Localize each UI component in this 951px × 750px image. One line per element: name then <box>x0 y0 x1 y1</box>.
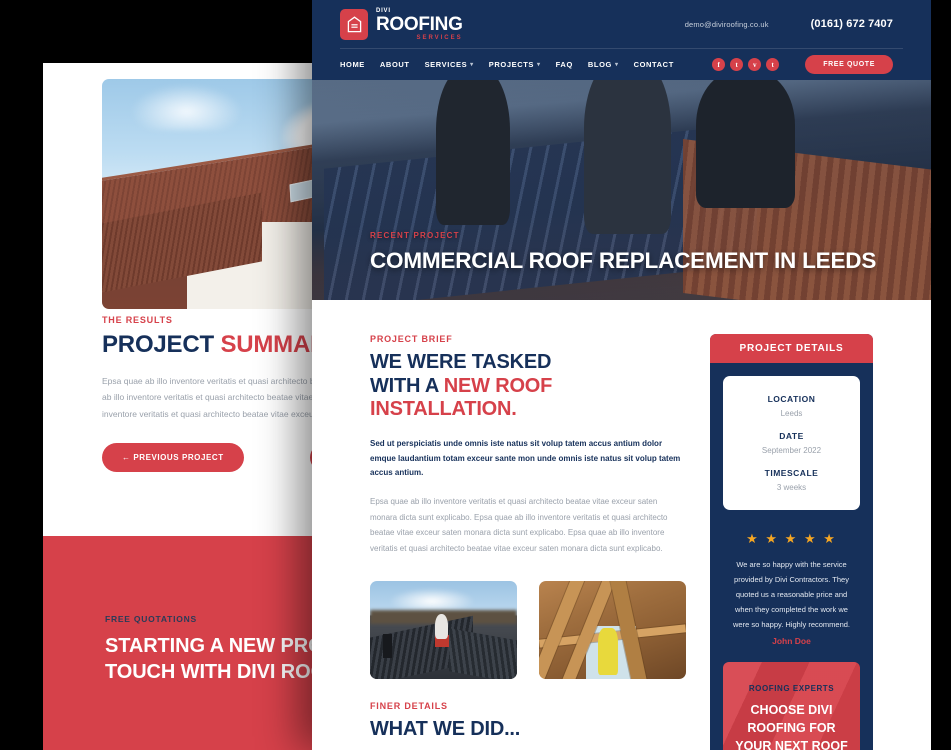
detail-label-date: DATE <box>779 431 804 441</box>
project-gallery <box>370 580 686 679</box>
chevron-down-icon: ▾ <box>614 62 619 68</box>
roof-shape <box>449 628 517 679</box>
brief-title-line2-dark: WITH A <box>370 374 444 397</box>
hero-banner: RECENT PROJECT COMMERCIAL ROOF REPLACEME… <box>312 80 931 300</box>
brief-paragraph: Epsa quae ab illo inventore veritatis et… <box>370 497 668 553</box>
nav-label: PROJECTS <box>488 60 535 69</box>
detail-value-location: Leeds <box>780 409 803 418</box>
project-details-card: PROJECT DETAILS LOCATION Leeds DATE Sept… <box>710 334 873 750</box>
project-meta-box: LOCATION Leeds DATE September 2022 TIMES… <box>723 376 860 510</box>
what-we-did-title: WHAT WE DID... <box>370 717 521 740</box>
nav-label: ABOUT <box>379 60 410 69</box>
logo-top-text: DIVI <box>376 7 391 14</box>
detail-value-date: September 2022 <box>761 446 822 455</box>
vimeo-icon[interactable]: v <box>748 58 762 71</box>
detail-label-location: LOCATION <box>767 394 816 404</box>
site-header: DIVI ROOFING SERVICES demo@diviroofing.c… <box>312 0 931 80</box>
previous-project-button[interactable]: ← PREVIOUS PROJECT <box>102 442 244 472</box>
testimonial-text: We are so happy with the service provide… <box>733 560 850 629</box>
hero-title: COMMERCIAL ROOF REPLACEMENT IN LEEDS <box>370 248 877 273</box>
site-logo[interactable]: DIVI ROOFING SERVICES <box>340 8 463 41</box>
promo-eyebrow: ROOFING EXPERTS <box>748 684 835 693</box>
twitter-icon[interactable]: t <box>730 58 744 71</box>
cloud-shape <box>130 83 243 130</box>
chimney-shape <box>383 634 393 658</box>
tumblr-icon[interactable]: t <box>766 58 780 71</box>
logo-bottom-text: SERVICES <box>416 34 463 41</box>
nav-item-services[interactable]: SERVICES ▾ <box>425 60 474 69</box>
screenshot-stage: THE RESULTS PROJECT SUMMARY. Epsa quae a… <box>0 0 951 750</box>
nav-label: BLOG <box>587 60 612 69</box>
nav-label: FAQ <box>555 60 573 69</box>
hero-eyebrow: RECENT PROJECT <box>370 231 460 240</box>
roofer-on-metal-roof-photo <box>370 580 517 679</box>
nav-item-about[interactable]: ABOUT <box>380 60 410 69</box>
worker-silhouette <box>695 80 795 208</box>
nav-item-projects[interactable]: PROJECTS ▾ <box>489 60 541 69</box>
header-phone[interactable]: (0161) 672 7407 <box>811 18 893 30</box>
nav-item-faq[interactable]: FAQ <box>556 60 573 69</box>
worker-silhouette <box>584 80 672 234</box>
house-logo-icon <box>340 8 368 40</box>
free-quote-button[interactable]: FREE QUOTE <box>805 55 893 74</box>
nav-label: SERVICES <box>424 60 468 69</box>
logo-main-text: ROOFING <box>376 13 463 35</box>
chevron-down-icon: ▾ <box>470 62 474 68</box>
testimonial-author: John Doe <box>772 636 811 646</box>
social-links: f t v t <box>712 58 780 71</box>
detail-value-timescale: 3 weeks <box>776 483 807 492</box>
brief-title-line1: WE WERE TASKED <box>370 351 552 373</box>
nav-item-blog[interactable]: BLOG ▾ <box>588 60 619 69</box>
worker-silhouette <box>434 613 448 640</box>
worker-silhouette <box>435 80 511 226</box>
brief-title-line2: WITH A NEW ROOF INSTALLATION. <box>370 375 686 422</box>
cloud-shape <box>387 588 476 610</box>
brief-title: WE WERE TASKED WITH A NEW ROOF INSTALLAT… <box>370 351 686 422</box>
detail-label-timescale: TIMESCALE <box>764 468 819 478</box>
front-browser-panel: DIVI ROOFING SERVICES demo@diviroofing.c… <box>312 0 931 750</box>
brief-eyebrow: PROJECT BRIEF <box>370 334 453 344</box>
what-we-did-eyebrow: FINER DETAILS <box>370 700 448 711</box>
summary-title-dark: PROJECT <box>102 331 221 358</box>
promo-title: CHOOSE DIVI ROOFING FOR YOUR NEXT ROOF P… <box>735 703 848 750</box>
header-email[interactable]: demo@diviroofing.co.uk <box>685 20 769 29</box>
brief-lead: Sed ut perspiciatis unde omnis iste natu… <box>370 438 681 478</box>
worker-in-timber-roof-frame-photo <box>539 580 686 679</box>
promo-card[interactable]: ROOFING EXPERTS CHOOSE DIVI ROOFING FOR … <box>723 662 860 750</box>
panel-content: PROJECT BRIEF WE WERE TASKED WITH A NEW … <box>312 300 931 750</box>
chevron-down-icon: ▾ <box>537 62 541 68</box>
star-rating-icon: ★ ★ ★ ★ ★ <box>746 531 837 546</box>
worker-silhouette <box>597 627 619 675</box>
main-navigation: HOME ABOUT SERVICES ▾ PROJECTS ▾ FAQ BLOG ▾… <box>340 60 674 69</box>
nav-item-contact[interactable]: CONTACT <box>634 60 674 69</box>
main-column: PROJECT BRIEF WE WERE TASKED WITH A NEW … <box>312 334 710 750</box>
nav-label: CONTACT <box>633 60 674 69</box>
nav-item-home[interactable]: HOME <box>340 60 365 69</box>
nav-label: HOME <box>340 60 365 69</box>
facebook-icon[interactable]: f <box>712 58 726 71</box>
project-details-sidebar: PROJECT DETAILS LOCATION Leeds DATE Sept… <box>710 334 931 750</box>
project-details-heading: PROJECT DETAILS <box>710 334 873 363</box>
